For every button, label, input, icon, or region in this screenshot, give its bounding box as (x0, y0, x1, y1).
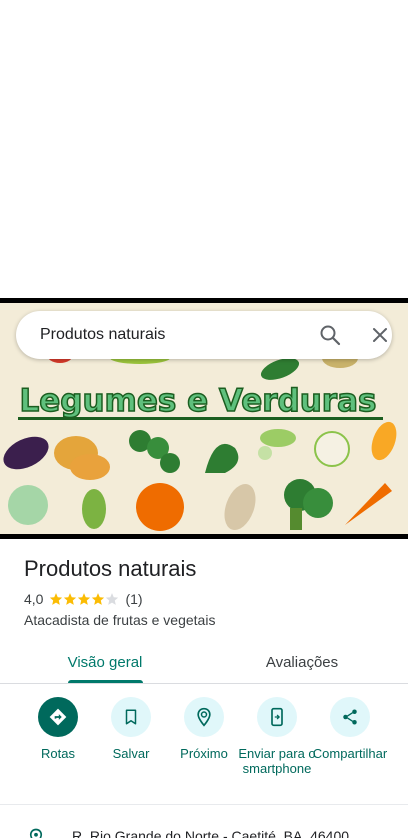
share-icon (343, 709, 357, 725)
save-button[interactable]: Salvar (91, 697, 171, 761)
banner-text: Legumes e Verduras (20, 383, 377, 419)
search-icon[interactable] (318, 323, 342, 347)
tab-bar: Visão geral Avaliações (0, 640, 408, 684)
address-row[interactable]: R. Rio Grande do Norte - Caetité, BA, 46… (0, 826, 408, 838)
rating-row[interactable]: 4,0 (1) (24, 591, 143, 607)
star-empty-icon (106, 593, 119, 605)
send-to-phone-icon (271, 707, 283, 727)
save-icon-circle (111, 697, 151, 737)
star-icon (92, 593, 105, 605)
send-to-phone-icon-circle (257, 697, 297, 737)
address-text: R. Rio Grande do Norte - Caetité, BA, 46… (72, 828, 350, 838)
divider (0, 804, 408, 805)
place-category[interactable]: Atacadista de frutas e vegetais (24, 612, 215, 628)
directions-icon (49, 708, 67, 726)
map-area (0, 0, 408, 298)
action-row: Rotas Salvar Próximo Enviar para o smart… (0, 697, 408, 797)
nearby-button[interactable]: Próximo (164, 697, 244, 761)
save-label: Salvar (112, 746, 150, 761)
share-icon-circle (330, 697, 370, 737)
close-icon[interactable] (368, 323, 392, 347)
directions-label: Rotas (41, 746, 75, 761)
search-bar[interactable]: Produtos naturais (16, 311, 392, 359)
nearby-icon (197, 707, 211, 727)
tab-overview[interactable]: Visão geral (44, 640, 166, 684)
send-to-phone-button[interactable]: Enviar para o smartphone (237, 697, 317, 776)
nearby-icon-circle (184, 697, 224, 737)
active-tab-indicator (68, 680, 143, 683)
star-rating (49, 592, 119, 606)
directions-icon-circle (38, 697, 78, 737)
star-icon (64, 593, 77, 605)
star-icon (78, 593, 91, 605)
place-title: Produtos naturais (24, 556, 197, 581)
share-label: Compartilhar (312, 746, 388, 761)
bookmark-icon (125, 709, 137, 725)
rating-value: 4,0 (24, 591, 44, 607)
tab-reviews[interactable]: Avaliações (240, 640, 364, 684)
nearby-label: Próximo (180, 746, 228, 761)
star-icon (50, 593, 63, 605)
share-button[interactable]: Compartilhar (310, 697, 390, 761)
send-to-phone-label: Enviar para o smartphone (238, 746, 316, 776)
location-pin-icon (29, 828, 43, 838)
review-count[interactable]: (1) (125, 591, 142, 607)
directions-button[interactable]: Rotas (18, 697, 98, 761)
